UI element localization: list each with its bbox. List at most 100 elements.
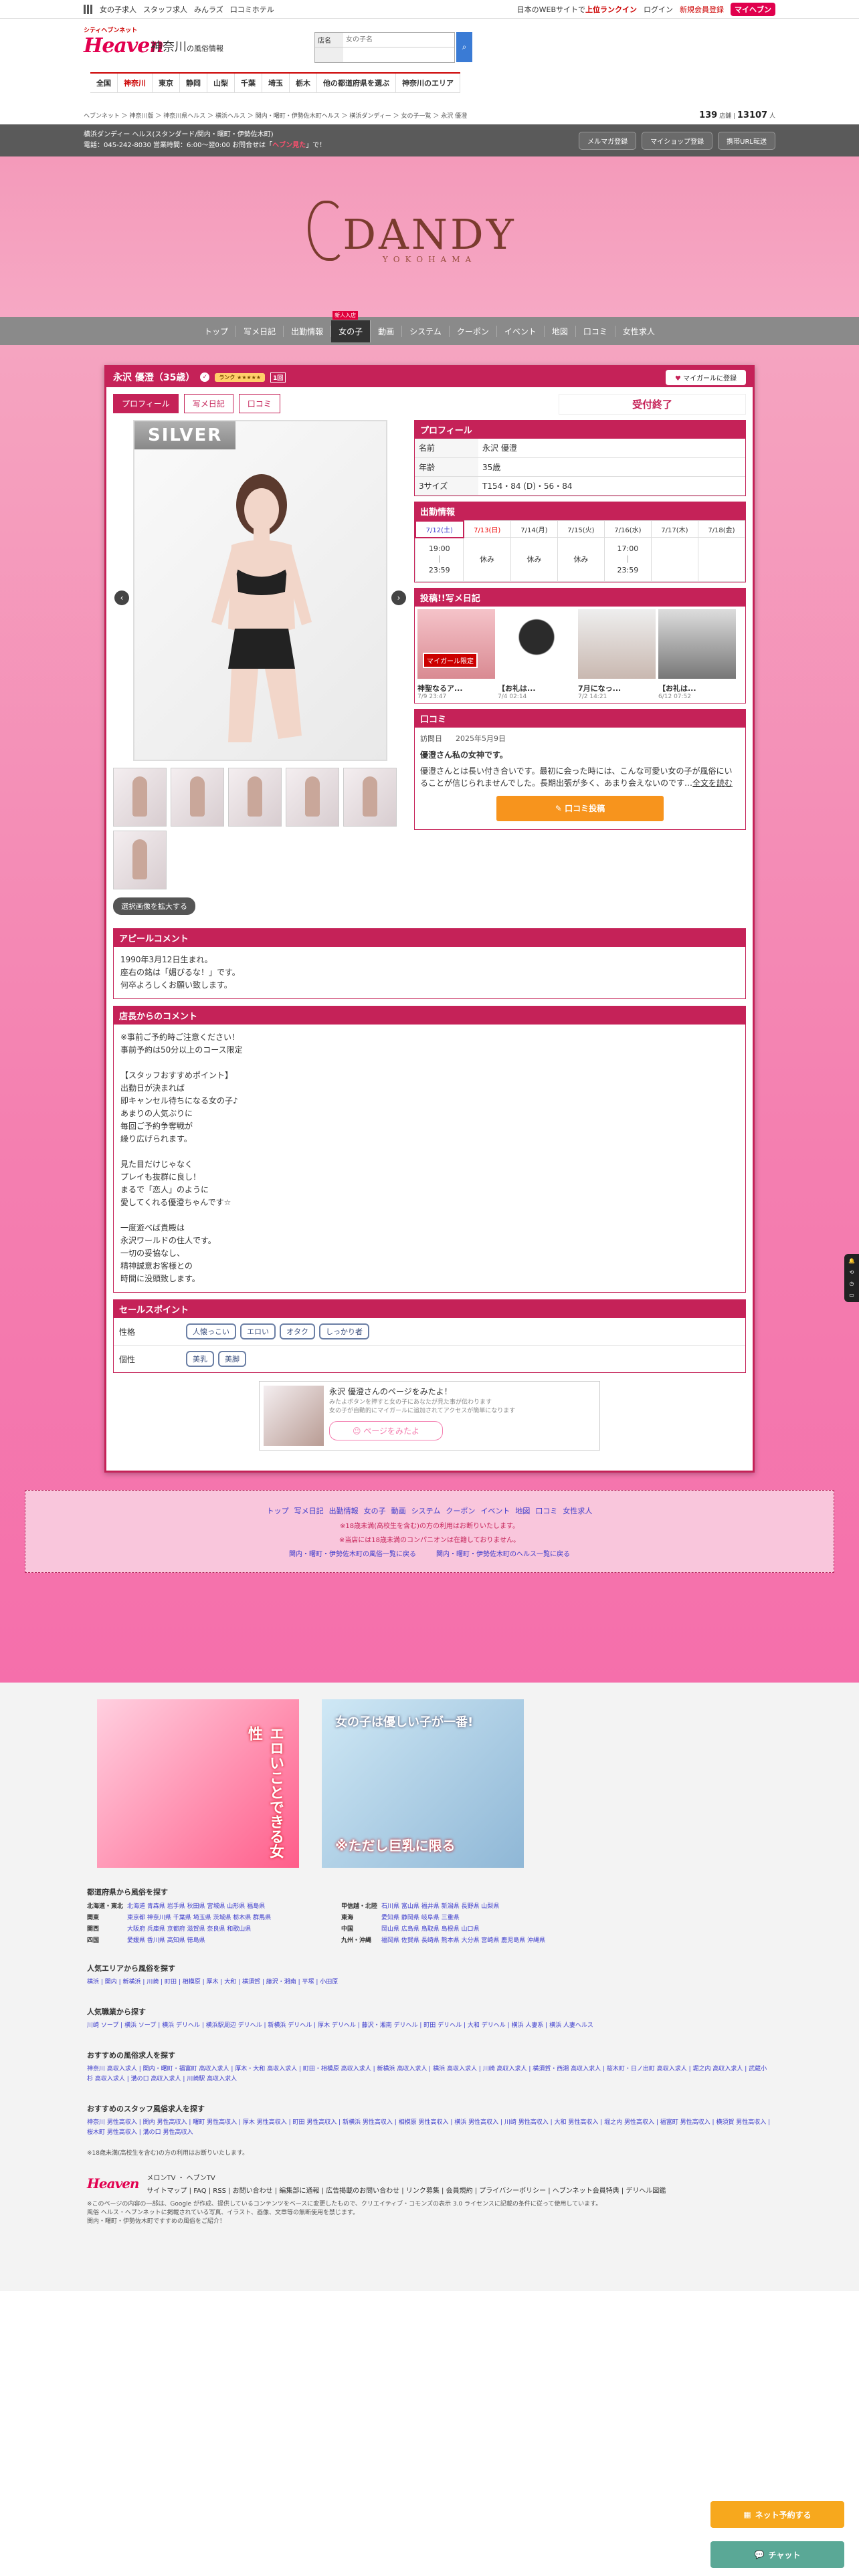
photo-thumbnail[interactable]	[343, 768, 397, 827]
region-nav-item[interactable]: 静岡	[180, 74, 207, 92]
recruit-links[interactable]: 神奈川 高収入求人 | 関内・曙町・福富町 高収入求人 | 厚木・大和 高収入求…	[87, 2064, 772, 2084]
shop-nav-item[interactable]: 口コミ	[576, 325, 615, 337]
mailmag-button[interactable]: メルマガ登録	[579, 131, 637, 150]
tab-review[interactable]: 口コミ	[238, 394, 280, 413]
search-input-2[interactable]	[343, 48, 454, 62]
rank-badge: ランク ★★★★★	[215, 372, 266, 382]
clock-icon[interactable]: ◷	[850, 1281, 854, 1287]
pc-icon[interactable]: ▭	[849, 1292, 854, 1298]
melon-tv-link[interactable]: メロンTV	[147, 2175, 175, 2182]
shop-nav-item[interactable]: 動画	[371, 325, 403, 337]
bottom-nav-item[interactable]: 写メ日記	[294, 1505, 324, 1516]
heaven-tv-link[interactable]: ヘブンTV	[187, 2175, 215, 2182]
bottom-nav-item[interactable]: 動画	[391, 1505, 406, 1516]
pref-links[interactable]: 石川県 富山県 福井県 新潟県 長野県 山梨県	[381, 1901, 582, 1910]
region-nav-item[interactable]: 東京	[153, 74, 180, 92]
post-review-button[interactable]: ✎ 口コミ投稿	[496, 796, 664, 821]
pref-links[interactable]: 岡山県 広島県 鳥取県 島根県 山口県	[381, 1924, 582, 1933]
bottom-nav-item[interactable]: イベント	[480, 1505, 510, 1516]
pref-links[interactable]: 福岡県 佐賀県 長崎県 熊本県 大分県 宮崎県 鹿児島県 沖縄県	[381, 1935, 582, 1944]
prev-photo-arrow[interactable]: ‹	[114, 591, 129, 605]
net-reserve-button[interactable]: ▦ ネット予約する	[710, 2501, 844, 2528]
main-photo[interactable]: SILVER ‹ ›	[114, 420, 406, 761]
region-nav-item[interactable]: 神奈川	[118, 74, 153, 92]
footer-menu[interactable]: サイトマップ | FAQ | RSS | お問い合わせ | 編集部に通報 | 広…	[147, 2185, 666, 2195]
photo-thumbnail[interactable]	[171, 768, 224, 827]
top-link-hotel-review[interactable]: 口コミホテル	[230, 4, 274, 15]
bottom-nav-item[interactable]: トップ	[267, 1505, 289, 1516]
photo-thumbnail[interactable]	[113, 831, 167, 889]
read-more-link[interactable]: 全文を読む	[692, 778, 733, 788]
ad-banner[interactable]: エロいことできる女性	[97, 1699, 299, 1868]
girl-count-unit: 人	[769, 112, 775, 120]
diary-item[interactable]: 【お礼は... 6/12 07:52	[658, 609, 736, 700]
favorite-button[interactable]: ♥ マイガールに登録	[665, 369, 746, 385]
photo-thumbnail[interactable]	[286, 768, 339, 827]
top-link-staff-job[interactable]: スタッフ求人	[143, 4, 187, 15]
bottom-nav-item[interactable]: クーポン	[446, 1505, 475, 1516]
shop-nav-item[interactable]: 地図	[545, 325, 576, 337]
pref-links[interactable]: 大阪府 兵庫県 京都府 滋賀県 奈良県 和歌山県	[127, 1924, 341, 1933]
bell-icon[interactable]: 🔔	[848, 1258, 855, 1264]
bottom-nav-item[interactable]: 出勤情報	[329, 1505, 359, 1516]
login-link[interactable]: ログイン	[644, 4, 673, 15]
diary-item[interactable]: マイガール限定 神聖なるア... 7/9 23:47	[417, 609, 495, 700]
region-nav-item[interactable]: 栃木	[290, 74, 317, 92]
back-to-area-link[interactable]: 関内・曙町・伊勢佐木町の風俗一覧に戻る	[289, 1548, 416, 1558]
history-icon[interactable]: ⟲	[850, 1269, 854, 1275]
top-link-girls-job[interactable]: 女の子求人	[100, 4, 136, 15]
shop-nav-item-active[interactable]: 新人入店 女の子	[331, 310, 371, 342]
dandy-logo[interactable]: DANDY YOKOHAMA	[308, 200, 516, 264]
shop-nav-item[interactable]: 女性求人	[615, 326, 662, 337]
tab-diary[interactable]: 写メ日記	[183, 394, 233, 413]
diary-item[interactable]: 【お礼は... 7/4 02:14	[498, 609, 575, 700]
mitayo-button[interactable]: ☺ ページをみたよ	[329, 1421, 443, 1440]
top-link-minraz[interactable]: みんラズ	[194, 4, 223, 15]
tab-profile[interactable]: プロフィール	[113, 394, 179, 413]
region-nav-item[interactable]: 神奈川のエリア	[396, 74, 460, 92]
pref-links[interactable]: 愛知県 静岡県 岐阜県 三重県	[381, 1913, 582, 1921]
shop-nav-item[interactable]: 出勤情報	[284, 325, 332, 337]
breadcrumb-path[interactable]: ヘブンネット ＞ 神奈川版 ＞ 神奈川県ヘルス ＞ 横浜ヘルス ＞ 関内・曙町・…	[84, 111, 467, 120]
shop-nav-item[interactable]: イベント	[497, 325, 545, 337]
myshop-button[interactable]: マイショップ登録	[642, 131, 713, 150]
ad-banner[interactable]: 女の子は優しい子が一番! ※ただし巨乳に限る	[322, 1699, 524, 1868]
search-input[interactable]	[343, 33, 454, 47]
bottom-nav-item[interactable]: システム	[411, 1505, 441, 1516]
shop-nav-item[interactable]: クーポン	[450, 325, 497, 337]
region-nav-item[interactable]: 全国	[90, 74, 118, 92]
pref-links[interactable]: 北海道 青森県 岩手県 秋田県 宮城県 山形県 福島県	[127, 1901, 341, 1910]
back-to-health-link[interactable]: 関内・曙町・伊勢佐木町のヘルス一覧に戻る	[436, 1548, 570, 1558]
review-body: 優澄さんとは長い付き合いです。最初に会った時には、こんな可愛い女の子が風俗にいる…	[420, 766, 733, 788]
search-button[interactable]: ⌕	[456, 32, 472, 62]
chat-button[interactable]: 💬 チャット	[710, 2541, 844, 2568]
breadcrumb: ヘブンネット ＞ 神奈川版 ＞ 神奈川県ヘルス ＞ 横浜ヘルス ＞ 関内・曙町・…	[0, 106, 859, 124]
register-link[interactable]: 新規会員登録	[680, 4, 724, 15]
job-links[interactable]: 川崎 ソープ | 横浜 ソープ | 横浜 デリヘル | 横浜駅周辺 デリヘル |…	[87, 2021, 772, 2031]
shop-nav-item[interactable]: トップ	[197, 325, 237, 337]
enlarge-photo-button[interactable]: 選択画像を拡大する	[113, 897, 195, 915]
sales-row: 個性 美乳 美脚	[114, 1346, 745, 1372]
bottom-nav-item[interactable]: 女性求人	[563, 1505, 592, 1516]
popular-area-links[interactable]: 横浜 | 関内 | 新横浜 | 川崎 | 町田 | 相模原 | 厚木 | 大和 …	[87, 1977, 772, 1988]
mobile-url-button[interactable]: 携帯URL転送	[718, 131, 775, 150]
bottom-nav-item[interactable]: 口コミ	[535, 1505, 557, 1516]
shop-nav-item[interactable]: システム	[402, 325, 450, 337]
next-photo-arrow[interactable]: ›	[391, 591, 406, 605]
region-nav-item[interactable]: 埼玉	[262, 74, 290, 92]
region-nav-item[interactable]: 山梨	[207, 74, 235, 92]
bottom-nav-item[interactable]: 女の子	[364, 1505, 386, 1516]
region-nav-item[interactable]: 千葉	[235, 74, 262, 92]
diary-item[interactable]: 7月になっ... 7/2 14:21	[578, 609, 656, 700]
pref-links[interactable]: 東京都 神奈川県 千葉県 埼玉県 茨城県 栃木県 群馬県	[127, 1913, 341, 1921]
footer-logo[interactable]: Heaven	[87, 2175, 139, 2191]
grid-menu-icon[interactable]	[84, 4, 93, 14]
staff-recruit-links[interactable]: 神奈川 男性高収入 | 関内 男性高収入 | 曙町 男性高収入 | 厚木 男性高…	[87, 2118, 772, 2138]
region-nav-item[interactable]: 他の都道府県を選ぶ	[317, 74, 396, 92]
myheaven-button[interactable]: マイヘブン	[731, 2, 775, 16]
bottom-nav-item[interactable]: 地図	[515, 1505, 530, 1516]
shop-nav-item[interactable]: 写メ日記	[236, 325, 284, 337]
pref-links[interactable]: 愛媛県 香川県 高知県 徳島県	[127, 1935, 341, 1944]
photo-thumbnail[interactable]	[228, 768, 282, 827]
photo-thumbnail[interactable]	[113, 768, 167, 827]
